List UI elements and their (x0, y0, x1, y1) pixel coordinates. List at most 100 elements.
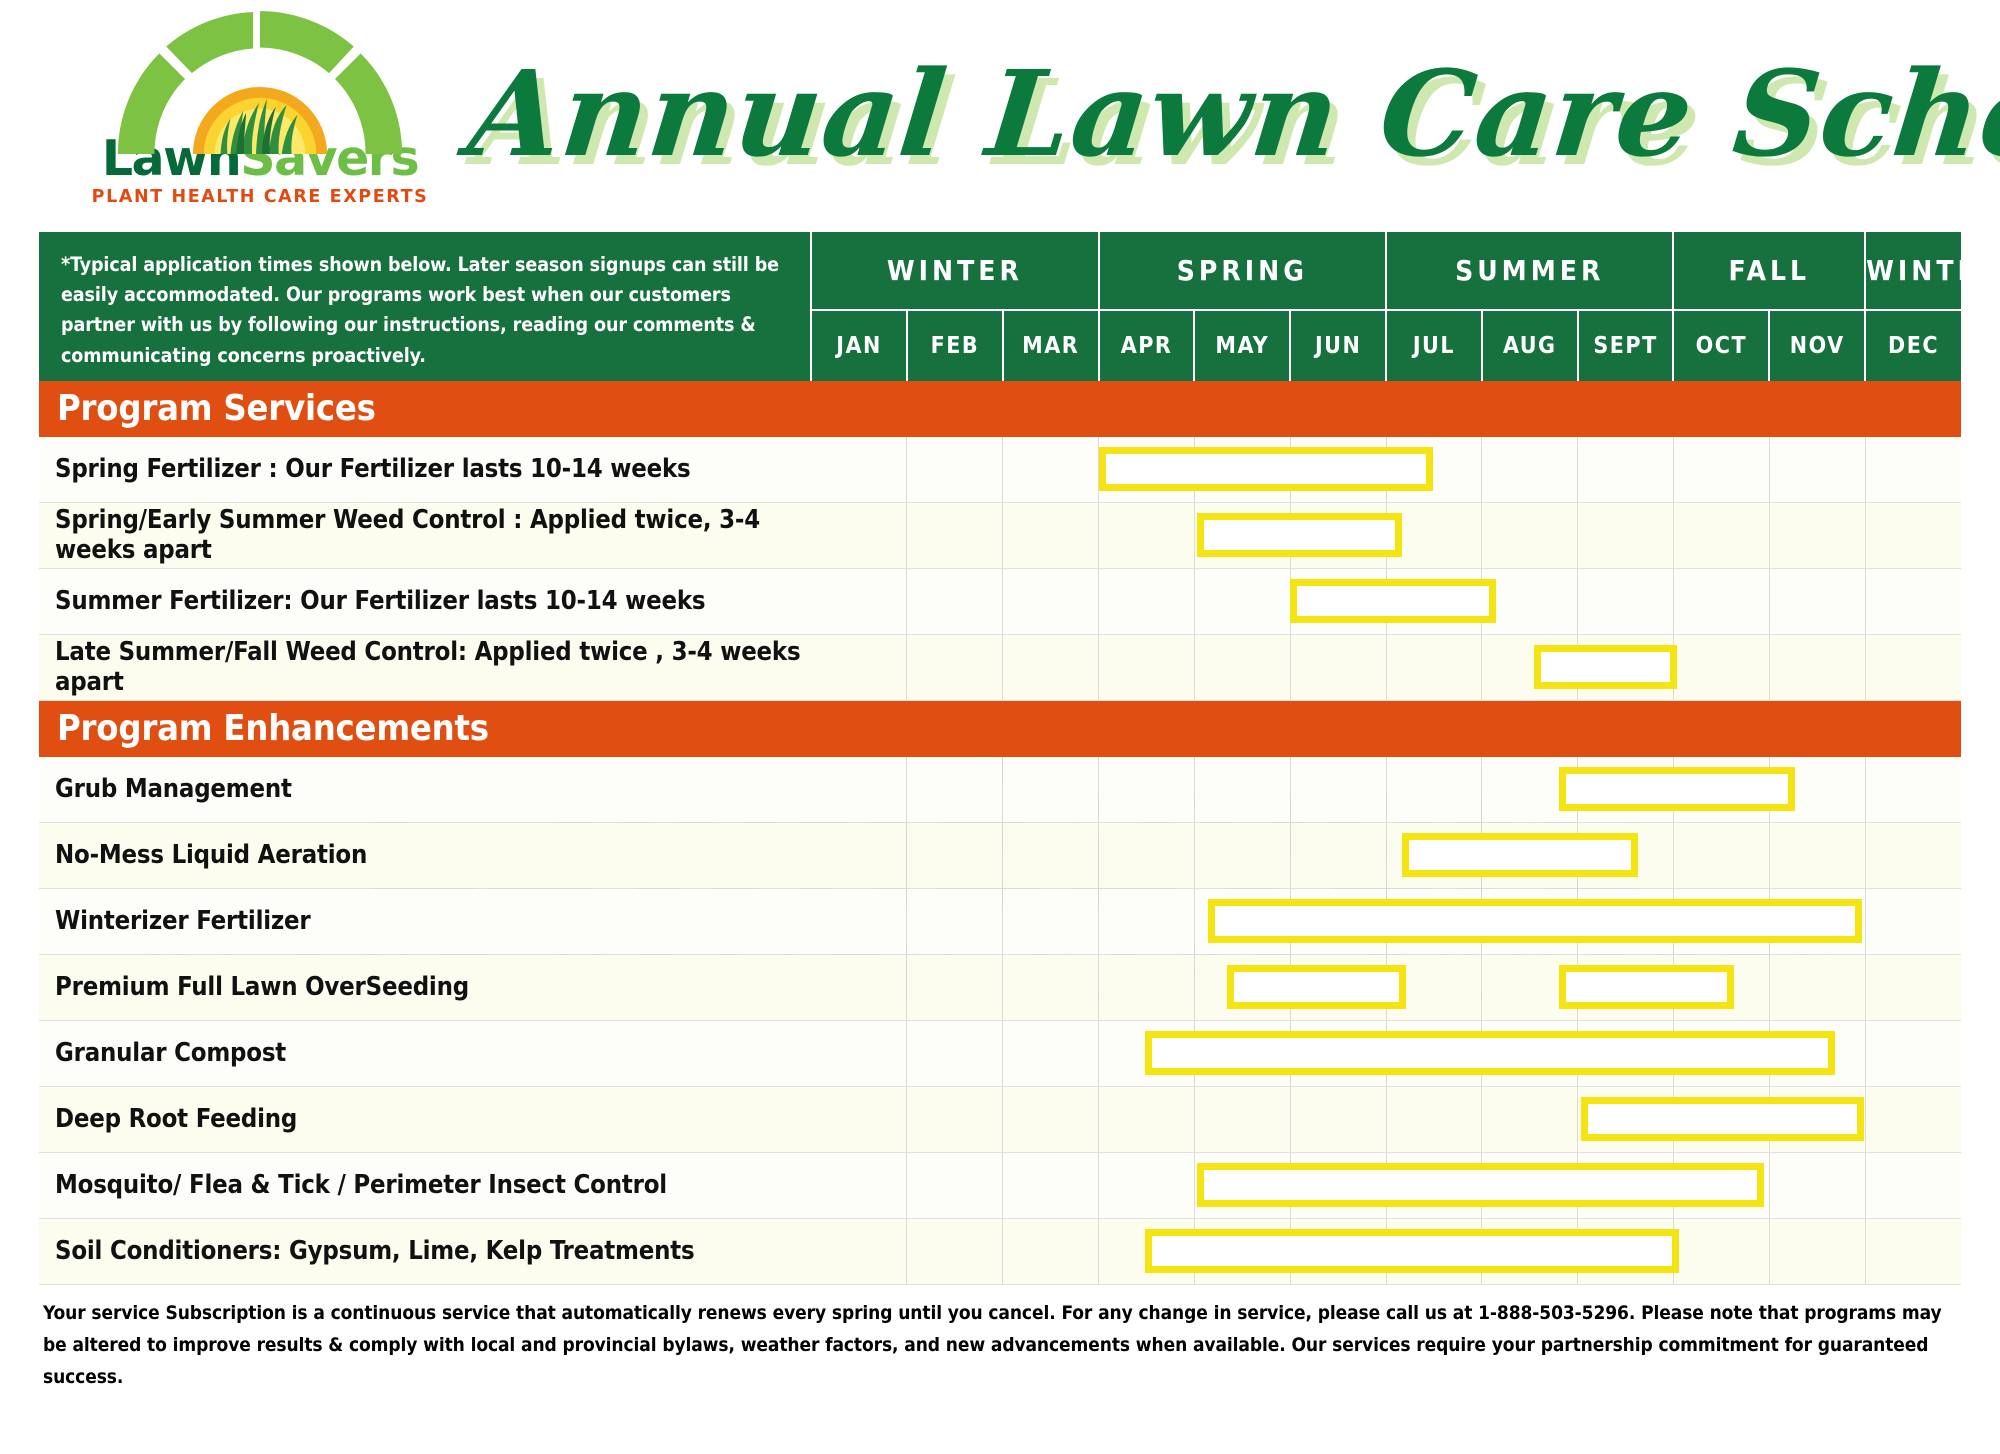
season-header-winter-4: WINTER (1865, 232, 1998, 311)
timeline-cell (1194, 756, 1291, 823)
timeline-cell (1002, 568, 1100, 635)
service-label: Soil Conditioners: Gypsum, Lime, Kelp Tr… (39, 1218, 812, 1285)
schedule-note: *Typical application times shown below. … (39, 232, 813, 381)
timeline-cell (1386, 436, 1483, 503)
timeline-cell (1098, 1086, 1195, 1153)
timeline-cell (1481, 436, 1579, 503)
month-header-jul: JUL (1386, 309, 1483, 381)
month-header-aug: AUG (1481, 309, 1579, 381)
timeline-cell (1386, 1086, 1483, 1153)
timeline-cell (811, 436, 1433, 503)
timeline-cell (1194, 568, 1291, 635)
timeline-cell (1290, 954, 1387, 1021)
timeline-cell (1194, 822, 1291, 889)
timeline-cell (1194, 954, 1291, 1021)
timeline-cell (1386, 1020, 1483, 1087)
schedule-row: Soil Conditioners: Gypsum, Lime, Kelp Tr… (39, 1218, 1961, 1285)
timeline-cell (1673, 568, 1770, 635)
timeline-cell (1673, 756, 1770, 823)
timeline-cell (1002, 756, 1100, 823)
brand-logo: LawnSavers PLANT HEALTH CARE EXPERTS (60, 8, 460, 207)
timeline-cell (1098, 1152, 1195, 1219)
timeline-cell (1386, 954, 1483, 1021)
timeline-cell (1002, 502, 1100, 569)
timeline-cell (1865, 756, 1961, 823)
timeline-cell (1481, 888, 1579, 955)
timeline-cell (1865, 568, 1961, 635)
schedule-row: Spring/Early Summer Weed Control : Appli… (39, 502, 1961, 569)
timeline-cell (1290, 1218, 1387, 1285)
timeline-cell (1577, 1086, 1674, 1153)
timeline-cell (906, 888, 1004, 955)
timeline-cell (906, 634, 1004, 701)
timeline-cell (1673, 822, 1770, 889)
timeline-cell (1194, 1152, 1291, 1219)
timeline-cell (1290, 1086, 1387, 1153)
timeline-cell (1098, 436, 1195, 503)
service-label: Winterizer Fertilizer (39, 888, 812, 955)
timeline-cell (1769, 756, 1866, 823)
timeline-cell (1481, 568, 1579, 635)
service-label: Granular Compost (39, 1020, 812, 1087)
timeline-cell (1290, 1152, 1387, 1219)
schedule-row: No-Mess Liquid Aeration (39, 822, 1961, 889)
timeline-cell (1673, 1218, 1770, 1285)
timeline-cell (811, 1152, 1765, 1219)
timeline-cell (811, 1218, 1679, 1285)
timeline-cell (1290, 822, 1387, 889)
timeline-cell (1673, 436, 1770, 503)
timeline-cell (906, 822, 1004, 889)
schedule-row: Spring Fertilizer : Our Fertilizer lasts… (39, 436, 1961, 503)
timeline-cell (906, 1086, 1004, 1153)
timeline-cell (1386, 1152, 1483, 1219)
service-label: Deep Root Feeding (39, 1086, 812, 1153)
month-header-apr: APR (1098, 309, 1196, 381)
timeline-cell (1769, 436, 1866, 503)
timeline-cell (1194, 634, 1291, 701)
timeline-cell (811, 1020, 1835, 1087)
month-header-nov: NOV (1769, 309, 1867, 381)
timeline-cell (1673, 1086, 1770, 1153)
timeline-cell (906, 756, 1004, 823)
timeline-cell (811, 568, 1496, 635)
timeline-cell (1386, 634, 1483, 701)
timeline-cell (906, 1152, 1004, 1219)
footer-disclaimer: Your service Subscription is a continuou… (43, 1301, 1942, 1389)
timeline-cell (1769, 502, 1866, 569)
schedule-row: Granular Compost (39, 1020, 1961, 1087)
month-header-oct: OCT (1673, 309, 1771, 381)
timeline-cell (1769, 1218, 1866, 1285)
service-label: Late Summer/Fall Weed Control: Applied t… (39, 634, 812, 701)
month-header-may: MAY (1194, 309, 1292, 381)
month-header-jan: JAN (811, 309, 908, 381)
timeline-cell (1002, 1086, 1100, 1153)
timeline-cell (1673, 502, 1770, 569)
page-title: Annual Lawn Care Schedule (462, 44, 2000, 183)
timeline-cell (1865, 1152, 1961, 1219)
page-header: LawnSavers PLANT HEALTH CARE EXPERTS Ann… (0, 0, 2000, 232)
timeline-cell (906, 502, 1004, 569)
season-header-fall-3: FALL (1673, 232, 1867, 311)
timeline-cell (811, 756, 1795, 823)
timeline-cell (1577, 634, 1674, 701)
timeline-cell (1865, 954, 1961, 1021)
timeline-cell (1481, 954, 1579, 1021)
timeline-cell (1577, 888, 1674, 955)
timeline-cell (1098, 954, 1195, 1021)
timeline-cell (1194, 888, 1291, 955)
timeline-cell (1769, 954, 1866, 1021)
service-label: Spring Fertilizer : Our Fertilizer lasts… (39, 436, 812, 503)
timeline-cell (1769, 888, 1866, 955)
timeline-cell (1290, 436, 1387, 503)
timeline-cell (1577, 568, 1674, 635)
month-header-jun: JUN (1290, 309, 1388, 381)
timeline-cell (1194, 1218, 1291, 1285)
timeline-cell (1673, 888, 1770, 955)
timeline-cell (1290, 1020, 1387, 1087)
timeline-cell (1290, 888, 1387, 955)
month-header-mar: MAR (1002, 309, 1100, 381)
timeline-cell (1386, 1218, 1483, 1285)
timeline-cell (1481, 1020, 1579, 1087)
timeline-cell (811, 822, 1639, 889)
timeline-cell (1002, 436, 1100, 503)
